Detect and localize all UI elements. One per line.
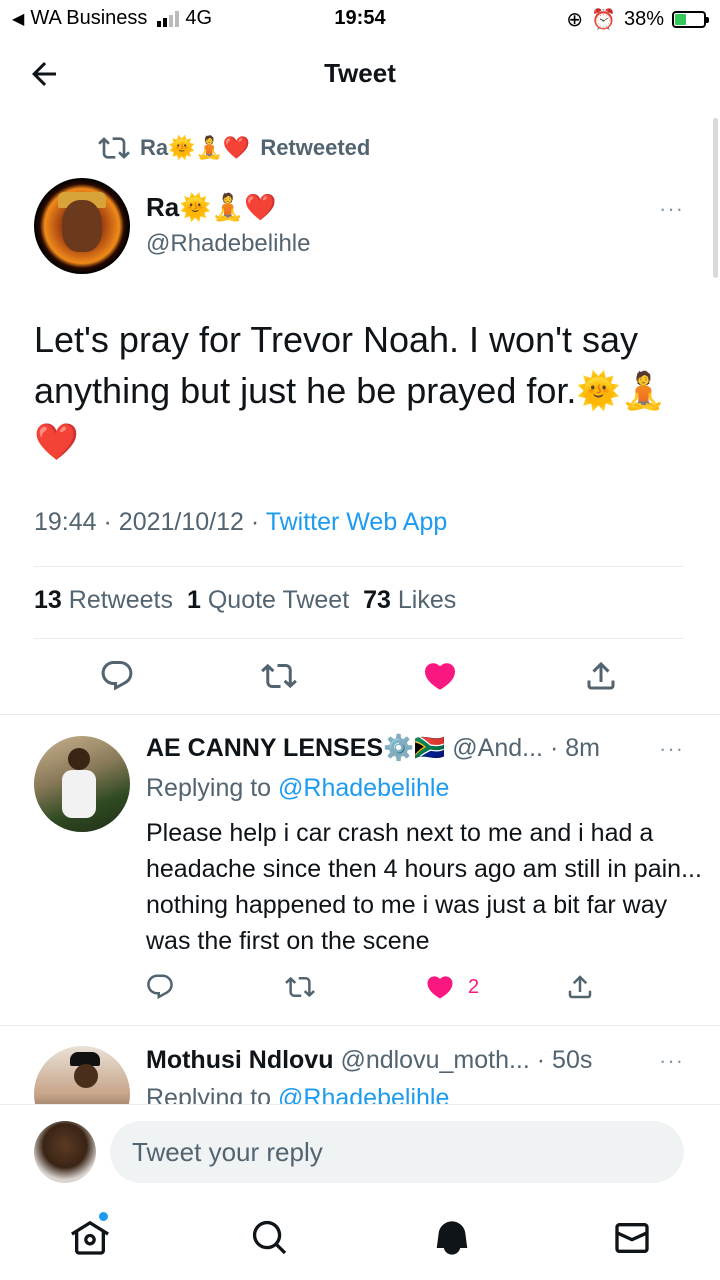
reply-author-name[interactable]: AE CANNY LENSES⚙️🇿🇦	[146, 734, 445, 762]
current-user-avatar[interactable]	[34, 1121, 96, 1183]
tweet-time: 19:44	[34, 508, 97, 536]
share-icon[interactable]	[583, 658, 619, 694]
replying-prefix: Replying to	[146, 774, 272, 802]
likes-stat[interactable]: 73 Likes	[363, 586, 456, 615]
likes-count: 73	[363, 586, 391, 614]
quotes-label: Quote Tweet	[207, 586, 350, 614]
quotes-count: 1	[186, 586, 201, 614]
more-options-icon[interactable]: ···	[659, 196, 684, 222]
retweet-icon	[98, 137, 130, 159]
retweets-stat[interactable]: 13 Retweets	[34, 586, 173, 615]
tweet-stats: 13 Retweets 1 Quote Tweet 73 Likes	[34, 586, 456, 615]
like-icon[interactable]	[425, 972, 455, 1002]
reply-author-handle[interactable]: @And...	[452, 734, 543, 762]
alarm-icon: ⏰	[591, 9, 616, 31]
more-options-icon[interactable]: ···	[659, 736, 684, 762]
retweeter-name: Ra🌞🧘❤️	[140, 135, 251, 160]
retweeted-label: Retweeted	[260, 135, 371, 160]
author-avatar[interactable]	[34, 178, 130, 274]
page-title: Tweet	[324, 58, 396, 88]
reply-avatar[interactable]	[34, 736, 130, 832]
quotes-stat[interactable]: 1 Quote Tweet	[187, 586, 349, 615]
reply-header: Mothusi Ndlovu @ndlovu_moth... · 50s	[146, 1046, 592, 1075]
search-icon[interactable]	[250, 1218, 290, 1258]
reply-text: Please help i car crash next to me and i…	[146, 819, 702, 955]
tweet-source-link[interactable]: Twitter Web App	[266, 508, 448, 536]
status-bar: ◀ WA Business 4G 19:54 ⊕ ⏰ 38%	[0, 0, 720, 38]
reply-item[interactable]: Mothusi Ndlovu @ndlovu_moth... · 50s ···…	[0, 1026, 720, 1104]
tweet-reply-input[interactable]	[110, 1121, 684, 1183]
replying-handle-link[interactable]: @Rhadebelihle	[278, 774, 449, 802]
orientation-lock-icon: ⊕	[566, 9, 584, 31]
battery-percent: 38%	[623, 8, 664, 30]
reply-item[interactable]: AE CANNY LENSES⚙️🇿🇦 @And... · 8m ··· Rep…	[0, 714, 720, 1026]
messages-icon[interactable]	[612, 1218, 652, 1258]
replying-handle-link[interactable]: @Rhadebelihle	[278, 1084, 449, 1104]
tweet-date: 2021/10/12	[118, 508, 244, 536]
bottom-tab-bar	[0, 1200, 720, 1280]
meta-separator: ·	[250, 508, 260, 536]
author-handle[interactable]: @Rhadebelihle	[146, 230, 310, 258]
home-notification-dot	[99, 1212, 108, 1221]
retweet-icon[interactable]	[285, 972, 315, 1002]
retweets-count: 13	[34, 586, 62, 614]
tweet-meta: 19:44 · 2021/10/12 · Twitter Web App	[34, 508, 447, 537]
replying-prefix: Replying to	[146, 1084, 272, 1104]
reply-header: AE CANNY LENSES⚙️🇿🇦 @And... · 8m	[146, 734, 600, 763]
divider	[34, 638, 684, 639]
likes-label: Likes	[397, 586, 457, 614]
author-name[interactable]: Ra🌞🧘❤️	[146, 192, 276, 223]
notifications-icon[interactable]	[432, 1218, 472, 1258]
reply-avatar[interactable]	[34, 1046, 130, 1104]
reply-author-name[interactable]: Mothusi Ndlovu	[146, 1046, 333, 1074]
home-icon[interactable]	[70, 1218, 110, 1258]
retweeted-by[interactable]: Ra🌞🧘❤️ Retweeted	[98, 132, 370, 164]
share-icon[interactable]	[565, 972, 595, 1002]
top-nav: Tweet	[0, 38, 720, 112]
status-right: ⊕ ⏰ 38%	[566, 7, 709, 32]
reply-time: · 8m	[549, 734, 600, 762]
retweets-label: Retweets	[68, 586, 173, 614]
reply-icon[interactable]	[145, 972, 175, 1002]
divider	[34, 566, 684, 567]
reply-author-handle[interactable]: @ndlovu_moth...	[340, 1046, 529, 1074]
tweet-text: Let's pray for Trevor Noah. I won't say …	[34, 319, 667, 462]
more-options-icon[interactable]: ···	[659, 1048, 684, 1074]
retweet-icon[interactable]	[261, 658, 297, 694]
tweet-actions	[0, 658, 720, 698]
like-icon[interactable]	[422, 658, 458, 694]
reply-composer	[0, 1104, 720, 1200]
reply-icon[interactable]	[99, 658, 135, 694]
reply-time: · 50s	[536, 1046, 593, 1074]
replying-to: Replying to @Rhadebelihle	[146, 774, 449, 803]
replying-to: Replying to @Rhadebelihle	[146, 1084, 449, 1104]
battery-icon	[672, 11, 709, 28]
scroll-indicator	[713, 118, 718, 278]
reply-like-count: 2	[468, 976, 480, 998]
meta-separator: ·	[103, 508, 112, 536]
